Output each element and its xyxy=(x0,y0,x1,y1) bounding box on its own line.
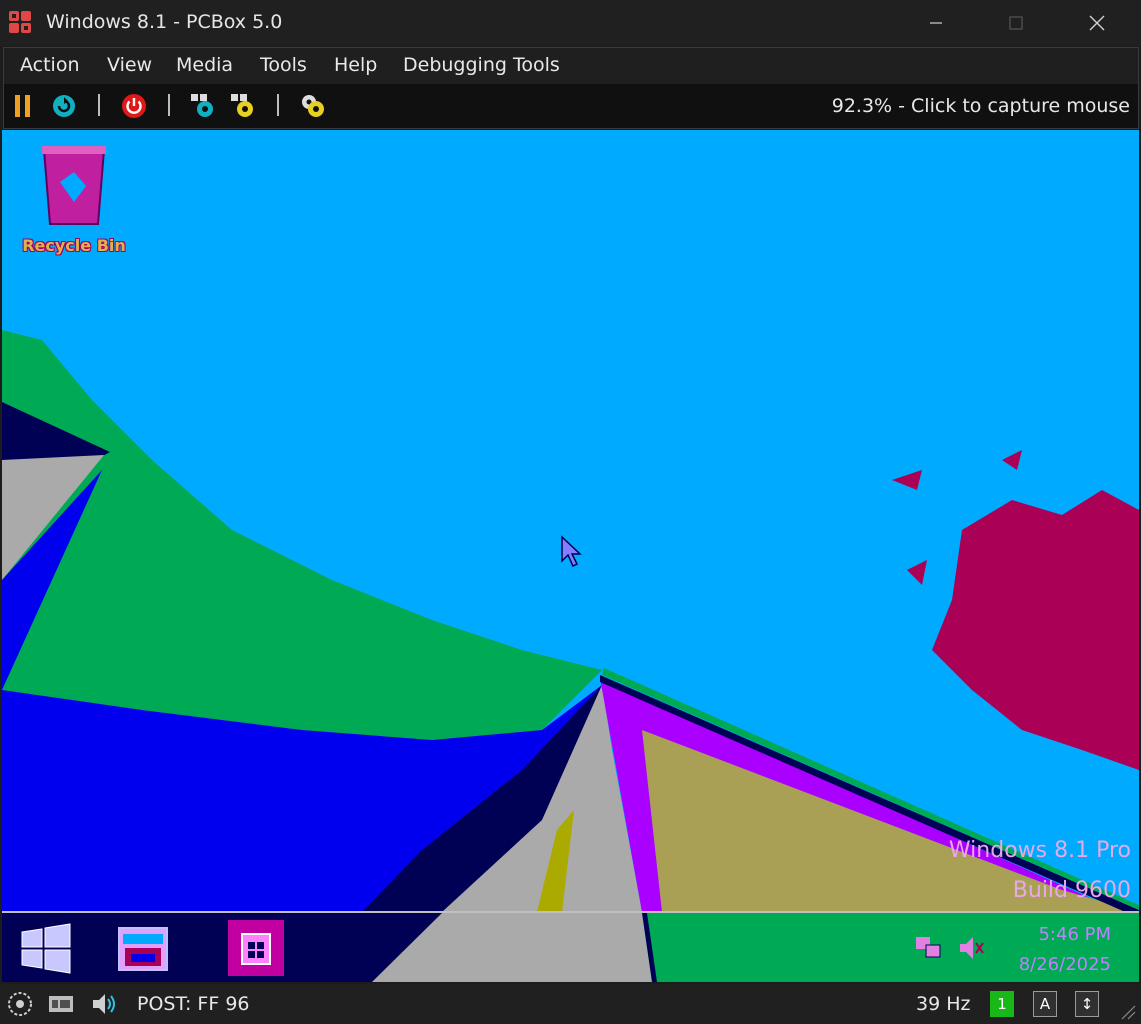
recycle-bin-icon xyxy=(42,146,106,225)
scroll-lock-indicator: ↕ xyxy=(1075,991,1099,1017)
toolbar-separator xyxy=(277,94,279,116)
menu-tools[interactable]: Tools xyxy=(260,54,307,76)
network-card-icon[interactable] xyxy=(48,991,74,1017)
menu-action[interactable]: Action xyxy=(20,54,80,76)
volume-icon[interactable] xyxy=(956,933,986,963)
caps-lock-indicator: A xyxy=(1033,991,1057,1017)
toolbar: 92.3% - Click to capture mouse xyxy=(3,84,1139,129)
title-bar: Windows 8.1 - PCBox 5.0 xyxy=(0,0,1141,46)
settings-icon[interactable] xyxy=(300,93,326,119)
resize-grip-icon[interactable] xyxy=(1118,1002,1136,1020)
maximize-button[interactable] xyxy=(993,0,1039,46)
menu-view[interactable]: View xyxy=(107,54,152,76)
pause-icon[interactable] xyxy=(10,93,36,119)
toolbar-separator xyxy=(168,94,170,116)
recycle-bin-shortcut[interactable]: Recycle Bin xyxy=(16,142,132,262)
menu-bar: Action View Media Tools Help Debugging T… xyxy=(3,47,1139,84)
toolbar-separator xyxy=(98,94,100,116)
taskbar-clock-date[interactable]: 8/26/2025 xyxy=(1019,954,1111,975)
num-lock-indicator: 1 xyxy=(990,991,1014,1017)
status-bar: POST: FF 96 39 Hz 1 A ↕ xyxy=(0,984,1141,1024)
power-icon[interactable] xyxy=(121,93,147,119)
reset-icon[interactable] xyxy=(51,93,77,119)
taskbar-clock-time[interactable]: 5:46 PM xyxy=(1038,924,1111,945)
taskbar-border xyxy=(2,911,1139,913)
menu-media[interactable]: Media xyxy=(176,54,233,76)
file-explorer-icon[interactable] xyxy=(115,920,171,976)
minimize-icon xyxy=(930,22,942,24)
capture-mouse-status[interactable]: 92.3% - Click to capture mouse xyxy=(832,95,1130,117)
watermark-edition: Windows 8.1 Pro xyxy=(948,838,1131,863)
store-icon[interactable] xyxy=(228,920,284,976)
recycle-bin-label: Recycle Bin xyxy=(22,236,126,255)
sound-icon[interactable] xyxy=(91,991,117,1017)
close-icon xyxy=(1089,15,1105,31)
close-button[interactable] xyxy=(1074,0,1120,46)
maximize-icon xyxy=(1009,16,1023,30)
mouse-cursor-icon xyxy=(561,535,582,568)
hard-disk-icon[interactable] xyxy=(7,991,33,1017)
menu-debugging-tools[interactable]: Debugging Tools xyxy=(403,54,560,76)
network-icon[interactable] xyxy=(914,933,944,963)
guest-screen[interactable]: Recycle Bin Windows 8.1 Pro Build 9600 5… xyxy=(2,130,1139,982)
ctrl-alt-esc-icon[interactable] xyxy=(230,93,256,119)
start-icon[interactable] xyxy=(18,920,74,976)
watermark-build: Build 9600 xyxy=(1012,878,1131,903)
minimize-button[interactable] xyxy=(913,0,959,46)
refresh-rate: 39 Hz xyxy=(916,993,971,1015)
menu-help[interactable]: Help xyxy=(334,54,377,76)
pcbox-logo-icon xyxy=(9,11,31,33)
window-title: Windows 8.1 - PCBox 5.0 xyxy=(46,11,283,33)
post-code: POST: FF 96 xyxy=(137,993,250,1015)
ctrl-alt-del-icon[interactable] xyxy=(190,93,216,119)
